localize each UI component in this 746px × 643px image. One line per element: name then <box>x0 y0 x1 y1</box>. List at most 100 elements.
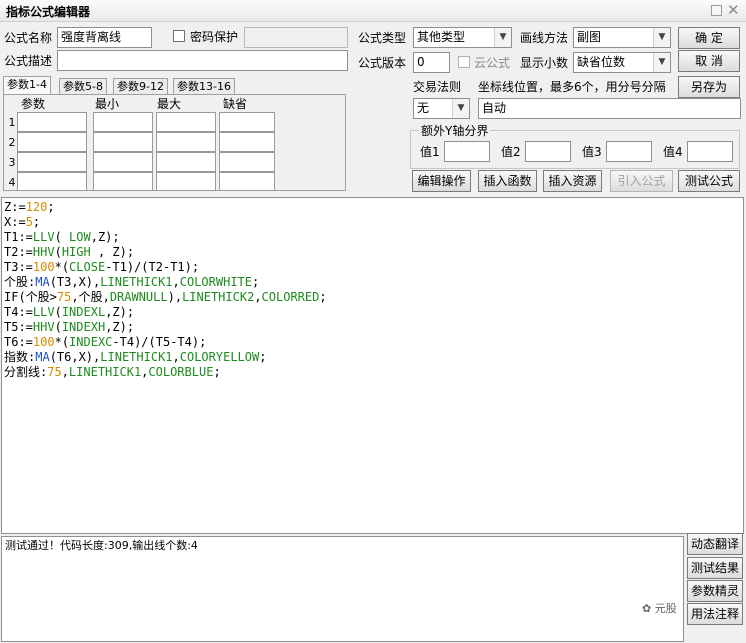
test-formula-button[interactable]: 测试公式 <box>678 170 740 192</box>
code-token: ; <box>259 350 267 364</box>
cancel-button[interactable]: 取 消 <box>678 50 740 72</box>
param-name-cell[interactable] <box>17 112 87 132</box>
insert-resource-button[interactable]: 插入资源 <box>543 170 602 192</box>
param-name-cell[interactable] <box>17 172 87 191</box>
code-token: (T3,X), <box>49 275 101 289</box>
password-label: 密码保护 <box>190 30 239 44</box>
code-token: -T4)/(T5-T4); <box>112 335 207 349</box>
tab-params-13-16[interactable]: 参数13-16 <box>173 78 235 95</box>
axis-position-label: 坐标线位置，最多6个，用分号分隔 <box>478 80 666 94</box>
import-formula-button: 引入公式 <box>610 170 673 192</box>
param-default-cell[interactable] <box>219 112 275 132</box>
code-token: 5 <box>25 215 33 229</box>
formula-type-select[interactable]: 其他类型 ▼ <box>413 27 512 48</box>
axis-position-field[interactable]: 自动 <box>478 98 741 119</box>
code-token: (T6,X), <box>49 350 101 364</box>
tab-params-5-8[interactable]: 参数5-8 <box>59 78 107 95</box>
y-value-1-label: 值1 <box>420 145 440 159</box>
save-as-button[interactable]: 另存为 <box>678 76 740 98</box>
code-token: DRAWNULL <box>109 290 168 304</box>
y-value-4-field[interactable] <box>687 141 733 162</box>
params-panel: 参数 最小 最大 缺省 1 2 3 4 <box>3 94 346 191</box>
param-min-cell[interactable] <box>93 112 153 132</box>
param-min-cell[interactable] <box>93 152 153 172</box>
code-token: Z:= <box>4 200 26 214</box>
code-token: CLOSE <box>69 260 106 274</box>
params-header-max: 最大 <box>157 97 182 111</box>
code-token: COLORBLUE <box>148 365 214 379</box>
code-line: 指数:MA(T6,X),LINETHICK1,COLORYELLOW; <box>4 350 741 365</box>
password-checkbox[interactable] <box>173 30 185 42</box>
chevron-down-icon: ▼ <box>653 53 670 72</box>
chevron-down-icon: ▼ <box>494 28 511 47</box>
decimals-select[interactable]: 缺省位数 ▼ <box>573 52 671 73</box>
y-value-2-field[interactable] <box>525 141 571 162</box>
code-editor[interactable]: Z:=120; X:=5; T1:=LLV( LOW,Z); T2:=HHV(HIGH… <box>1 197 744 534</box>
code-token: T3:= <box>4 260 33 274</box>
code-token: , <box>172 275 180 289</box>
params-header-default: 缺省 <box>223 97 248 111</box>
trade-rule-value: 无 <box>417 101 430 115</box>
code-token: ; <box>32 215 41 229</box>
code-token: MA <box>35 350 50 364</box>
param-max-cell[interactable] <box>156 152 216 172</box>
test-status-message: 测试通过！代码长度:309,输出线个数:4 <box>5 539 198 552</box>
wechat-icon: ✿ <box>642 602 652 615</box>
code-token: LLV <box>32 230 55 244</box>
tab-params-1-4[interactable]: 参数1-4 <box>3 76 51 95</box>
trade-rule-select[interactable]: 无 ▼ <box>413 98 470 119</box>
code-token: ( <box>54 245 62 259</box>
code-token: ( <box>54 305 62 319</box>
param-name-cell[interactable] <box>17 152 87 172</box>
formula-desc-field[interactable] <box>57 50 348 71</box>
password-field <box>244 27 348 48</box>
formula-name-field[interactable]: 强度背离线 <box>57 27 152 48</box>
param-min-cell[interactable] <box>93 172 153 191</box>
code-token: T4:= <box>4 305 33 319</box>
code-token: LOW <box>69 230 91 244</box>
code-token: 120 <box>25 200 48 214</box>
chevron-down-icon: ▼ <box>452 99 469 118</box>
code-line: 分割线:75,LINETHICK1,COLORBLUE; <box>4 365 741 380</box>
param-name-cell[interactable] <box>17 132 87 152</box>
param-default-cell[interactable] <box>219 152 275 172</box>
param-default-cell[interactable] <box>219 172 275 191</box>
code-token: LINETHICK2 <box>182 290 255 304</box>
code-token: 100 <box>32 260 55 274</box>
formula-version-field[interactable]: 0 <box>413 52 450 73</box>
code-token: IF(个股> <box>4 290 57 304</box>
code-token: COLORYELLOW <box>179 350 260 364</box>
param-max-cell[interactable] <box>156 112 216 132</box>
test-result-button[interactable]: 测试结果 <box>687 557 743 579</box>
draw-method-value: 副图 <box>577 30 602 44</box>
code-token: T1:= <box>4 230 33 244</box>
param-max-cell[interactable] <box>156 172 216 191</box>
y-value-3-field[interactable] <box>606 141 652 162</box>
maximize-icon[interactable] <box>711 5 722 16</box>
test-output-area[interactable]: 测试通过！代码长度:309,输出线个数:4 <box>1 536 684 642</box>
code-token: T5:= <box>4 320 33 334</box>
y-value-1-field[interactable] <box>444 141 490 162</box>
draw-method-select[interactable]: 副图 ▼ <box>573 27 671 48</box>
code-line: Z:=120; <box>4 200 741 215</box>
dynamic-translate-button[interactable]: 动态翻译 <box>687 533 743 555</box>
tab-params-9-12[interactable]: 参数9-12 <box>113 78 168 95</box>
code-token: LINETHICK1 <box>100 275 173 289</box>
code-line: T4:=LLV(INDEXL,Z); <box>4 305 741 320</box>
code-token: T2:= <box>4 245 33 259</box>
code-token: , <box>61 365 69 379</box>
code-line: T3:=100*(CLOSE-T1)/(T2-T1); <box>4 260 741 275</box>
code-token: ; <box>319 290 327 304</box>
edit-ops-button[interactable]: 编辑操作 <box>412 170 471 192</box>
ok-button[interactable]: 确 定 <box>678 27 740 49</box>
code-token: X:= <box>4 215 26 229</box>
cloud-formula-checkbox <box>458 56 470 68</box>
param-default-cell[interactable] <box>219 132 275 152</box>
param-max-cell[interactable] <box>156 132 216 152</box>
code-line: IF(个股>75,个股,DRAWNULL),LINETHICK2,COLORRE… <box>4 290 741 305</box>
code-token: ), <box>167 290 183 304</box>
insert-function-button[interactable]: 插入函数 <box>478 170 537 192</box>
param-min-cell[interactable] <box>93 132 153 152</box>
close-icon[interactable]: ✕ <box>727 1 740 19</box>
code-token: COLORWHITE <box>179 275 252 289</box>
